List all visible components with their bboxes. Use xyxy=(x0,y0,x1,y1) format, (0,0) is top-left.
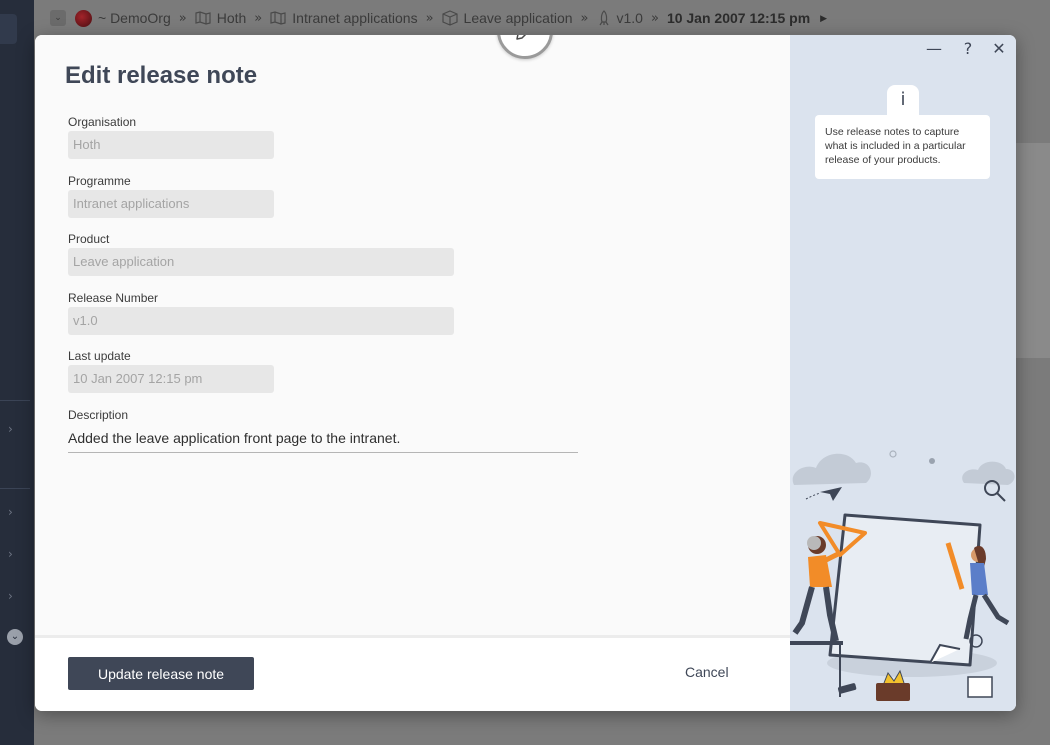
rocket-icon xyxy=(597,10,611,26)
chevron-right-icon[interactable]: › xyxy=(8,422,13,436)
breadcrumb-item-programme[interactable]: Intranet applications xyxy=(270,10,418,26)
org-orb-icon xyxy=(75,9,92,27)
breadcrumb-org[interactable]: ~ DemoOrg xyxy=(98,10,171,26)
release-number-label: Release Number xyxy=(68,291,159,305)
product-field: Leave application xyxy=(68,248,454,276)
paper-plane-icon xyxy=(820,487,842,501)
map-icon xyxy=(195,11,211,25)
help-text-card: Use release notes to capture what is inc… xyxy=(815,115,990,179)
left-rail: › › › › ⌄ xyxy=(0,0,34,745)
cancel-button[interactable]: Cancel xyxy=(685,664,729,680)
info-icon: i xyxy=(887,85,919,117)
description-label: Description xyxy=(68,408,129,422)
breadcrumb-current: 10 Jan 2007 12:15 pm xyxy=(666,10,811,26)
breadcrumb-item-product[interactable]: Leave application xyxy=(441,10,573,26)
programme-label: Programme xyxy=(68,174,131,188)
breadcrumb-label: Hoth xyxy=(216,10,247,26)
last-update-field: 10 Jan 2007 12:15 pm xyxy=(68,365,274,393)
help-icon[interactable]: ? xyxy=(959,39,977,58)
breadcrumb-label: Intranet applications xyxy=(292,10,418,26)
rail-divider xyxy=(0,488,30,489)
breadcrumb-separator: » xyxy=(650,10,659,26)
close-icon[interactable]: ✕ xyxy=(990,39,1008,58)
breadcrumb-item-hoth[interactable]: Hoth xyxy=(195,10,247,26)
chevron-right-icon[interactable]: › xyxy=(8,589,13,603)
update-release-note-button[interactable]: Update release note xyxy=(68,657,254,690)
release-number-field: v1.0 xyxy=(68,307,454,335)
rail-divider xyxy=(0,400,30,401)
organisation-field: Hoth xyxy=(68,131,274,159)
map-icon xyxy=(270,11,286,25)
minimize-icon[interactable]: — xyxy=(925,39,943,58)
last-update-label: Last update xyxy=(68,349,131,363)
breadcrumb-label: v1.0 xyxy=(616,10,643,26)
app-side-panel xyxy=(1015,143,1050,358)
help-side-panel: — ? ✕ i Use release notes to capture wha… xyxy=(790,35,1016,711)
board-shape xyxy=(828,513,982,667)
rail-button[interactable] xyxy=(0,14,17,44)
product-label: Product xyxy=(68,232,110,246)
breadcrumb-separator: » xyxy=(425,10,434,26)
chevron-down-circle-icon[interactable]: ⌄ xyxy=(7,629,23,645)
chevron-down-icon[interactable]: ⌄ xyxy=(50,10,66,26)
breadcrumb-separator: » xyxy=(580,10,589,26)
description-input[interactable]: Added the leave application front page t… xyxy=(68,430,578,453)
breadcrumb-label: Leave application xyxy=(463,10,573,26)
breadcrumb: ⌄ ~ DemoOrg » Hoth » Intranet applicatio… xyxy=(50,6,827,30)
chevron-right-icon[interactable]: › xyxy=(8,505,13,519)
dialog-footer: Update release note Cancel xyxy=(35,635,790,711)
edit-release-note-dialog: Edit release note Organisation Hoth Prog… xyxy=(35,35,1016,711)
breadcrumb-item-release[interactable]: v1.0 xyxy=(597,10,643,26)
chevron-right-icon[interactable]: › xyxy=(8,547,13,561)
pencil-icon xyxy=(516,35,527,40)
programme-field: Intranet applications xyxy=(68,190,274,218)
organisation-label: Organisation xyxy=(68,115,137,129)
dialog-form-area: Edit release note Organisation Hoth Prog… xyxy=(35,35,790,635)
dialog-title: Edit release note xyxy=(65,62,258,89)
cloud-shape xyxy=(792,453,871,485)
breadcrumb-separator: » xyxy=(178,10,187,26)
team-illustration xyxy=(790,450,1015,701)
breadcrumb-separator: » xyxy=(254,10,263,26)
box-icon xyxy=(441,10,458,26)
play-arrow-icon[interactable]: ▶ xyxy=(820,13,827,24)
